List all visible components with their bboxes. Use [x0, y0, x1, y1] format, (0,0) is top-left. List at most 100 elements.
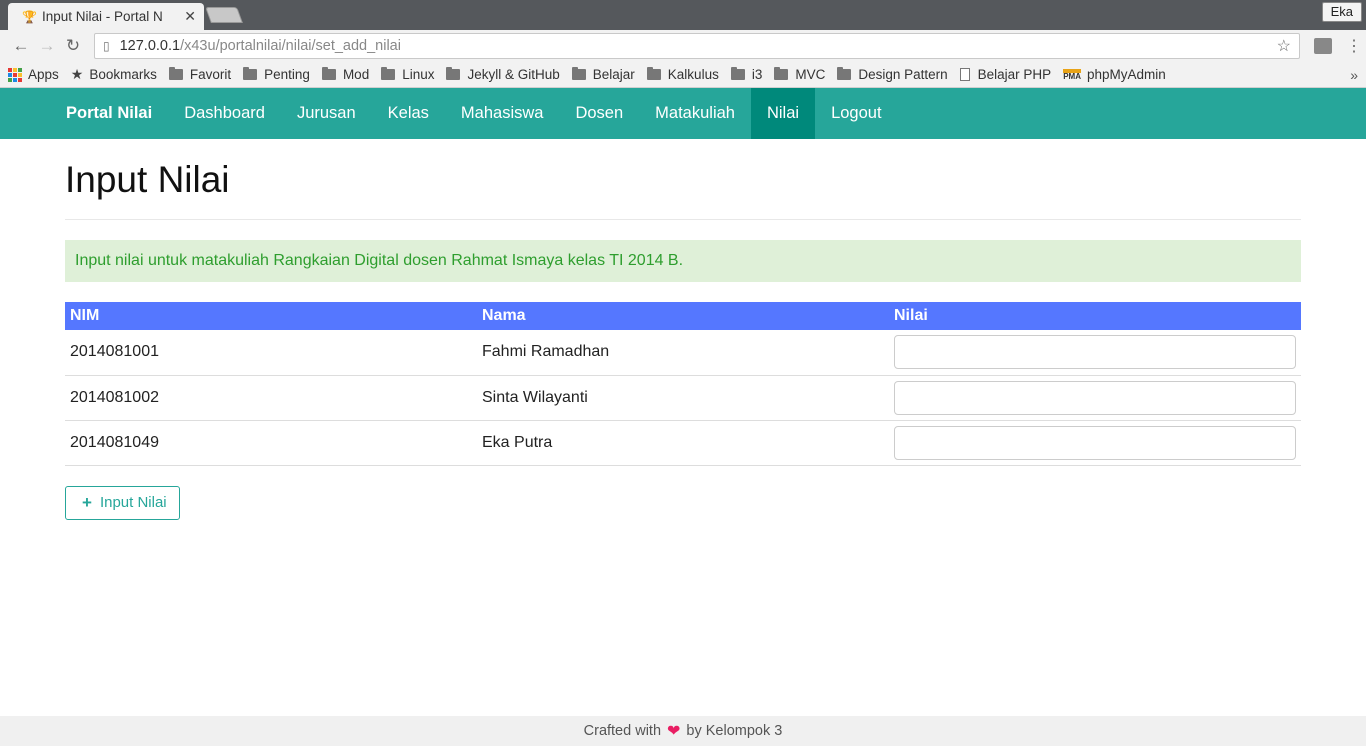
nilai-cell — [889, 375, 1301, 421]
nav-item-mahasiswa[interactable]: Mahasiswa — [445, 88, 560, 139]
nav-item-kelas[interactable]: Kelas — [372, 88, 445, 139]
url-path: /x43u/portalnilai/nilai/set_add_nilai — [180, 38, 401, 54]
bookmark-item[interactable]: Mod — [321, 67, 370, 82]
nav-item-matakuliah[interactable]: Matakuliah — [639, 88, 751, 139]
bookmark-label: phpMyAdmin — [1086, 67, 1166, 82]
nim-cell: 2014081049 — [65, 420, 477, 466]
browser-tabbar: 🏆 Input Nilai - Portal N ✕ Eka — [0, 0, 1366, 30]
folder-icon — [774, 67, 789, 80]
back-arrow-icon[interactable]: ← — [8, 36, 34, 56]
nilai-cell — [889, 330, 1301, 376]
page-icon — [959, 68, 970, 81]
bookmark-item[interactable]: Apps — [8, 67, 59, 82]
header-nilai: Nilai — [894, 307, 928, 324]
bookmark-item[interactable]: Kalkulus — [646, 67, 719, 82]
folder-icon — [730, 67, 745, 80]
nama-cell: Sinta Wilayanti — [477, 375, 889, 421]
bookmark-label: Design Pattern — [858, 67, 948, 82]
page-info-icon[interactable]: ▯ — [103, 39, 110, 53]
address-bar[interactable]: ▯ 127.0.0.1/x43u/portalnilai/nilai/set_a… — [94, 33, 1300, 59]
nilai-input[interactable] — [894, 425, 1296, 460]
page-title: Input Nilai — [65, 159, 230, 200]
nama-cell: Eka Putra — [477, 420, 889, 466]
bookmark-label: Kalkulus — [667, 67, 719, 82]
profile-button[interactable]: Eka — [1321, 2, 1362, 22]
heart-icon: ❤ — [667, 723, 681, 740]
bookmark-item[interactable]: Design Pattern — [837, 67, 948, 82]
bookmarks-bar: Apps ★ Bookmarks Favorit Penting Mod Linux Jeky… — [0, 62, 1366, 88]
bookmark-item[interactable]: Favorit — [168, 67, 232, 82]
navbar-brand[interactable]: Portal Nilai — [50, 88, 168, 139]
nama-cell: Fahmi Ramadhan — [477, 330, 889, 376]
nav-item-dashboard[interactable]: Dashboard — [168, 88, 281, 139]
nav-item-logout[interactable]: Logout — [815, 88, 897, 139]
bookmark-label: Belajar PHP — [977, 67, 1052, 82]
bookmarks-overflow-icon[interactable]: » — [1350, 67, 1358, 83]
folder-icon — [837, 67, 852, 80]
bookmark-label: Belajar — [592, 67, 635, 82]
bookmark-label: i3 — [751, 67, 763, 82]
main-navbar: Portal Nilai Dashboard Jurusan Kelas Mahasi… — [0, 88, 1366, 139]
grades-table: NIM Nama Nilai 2014081001 Fahmi Ramadhan 2… — [65, 302, 1301, 466]
extension-icon[interactable] — [1314, 38, 1332, 54]
bookmark-label: Bookmarks — [89, 67, 157, 82]
bookmark-label: Linux — [402, 67, 435, 82]
folder-icon — [646, 67, 661, 80]
divider — [65, 219, 1301, 220]
main-content: Input Nilai Input nilai untuk matakuliah… — [65, 140, 1301, 520]
nav-item-dosen[interactable]: Dosen — [559, 88, 639, 139]
trophy-favicon-icon: 🏆 — [22, 9, 37, 24]
pma-icon: PMA — [1063, 68, 1081, 81]
table-header-row: NIM Nama Nilai — [65, 302, 1301, 330]
header-nama: Nama — [482, 307, 526, 324]
bookmark-label: Favorit — [189, 67, 232, 82]
bookmark-item[interactable]: MVC — [774, 67, 825, 82]
folder-icon — [571, 67, 586, 80]
bookmark-item[interactable]: Jekyll & GitHub — [446, 67, 560, 82]
new-tab-button[interactable] — [205, 7, 243, 23]
input-nilai-button-label: Input Nilai — [99, 494, 167, 511]
info-alert: Input nilai untuk matakuliah Rangkaian D… — [65, 240, 1301, 282]
footer-suffix: by Kelompok 3 — [686, 723, 783, 739]
header-nim: NIM — [70, 307, 100, 324]
nim-cell: 2014081001 — [65, 330, 477, 376]
input-nilai-button[interactable]: + Input Nilai — [65, 485, 180, 520]
bookmark-item[interactable]: Linux — [381, 67, 434, 82]
bookmark-star-icon[interactable]: ☆ — [1277, 36, 1291, 56]
nav-item-nilai[interactable]: Nilai — [750, 88, 816, 139]
footer: Crafted with ❤ by Kelompok 3 — [0, 716, 1366, 746]
bookmark-item[interactable]: i3 — [730, 67, 763, 82]
bookmark-item[interactable]: Belajar — [571, 67, 635, 82]
bookmark-item[interactable]: ★ Bookmarks — [71, 66, 157, 83]
bookmark-item[interactable]: Penting — [243, 67, 310, 82]
browser-menu-icon[interactable]: ⋮ — [1346, 36, 1362, 56]
tab-close-icon[interactable]: ✕ — [184, 8, 196, 25]
table-row: 2014081002 Sinta Wilayanti — [65, 375, 1301, 421]
reload-icon[interactable]: ↻ — [60, 36, 86, 56]
tab-title: Input Nilai - Portal N — [42, 9, 163, 24]
bookmark-label: Penting — [264, 67, 310, 82]
nilai-cell — [889, 420, 1301, 466]
table-row: 2014081001 Fahmi Ramadhan — [65, 330, 1301, 376]
folder-icon — [243, 67, 258, 80]
bookmark-label: Mod — [342, 67, 370, 82]
bookmark-item[interactable]: Belajar PHP — [959, 67, 1052, 82]
folder-icon — [381, 67, 396, 80]
footer-prefix: Crafted with — [583, 723, 662, 739]
forward-arrow-icon[interactable]: → — [34, 36, 60, 56]
nim-cell: 2014081002 — [65, 375, 477, 421]
table-row: 2014081049 Eka Putra — [65, 420, 1301, 466]
browser-tab[interactable]: 🏆 Input Nilai - Portal N ✕ — [8, 3, 204, 30]
browser-toolbar: ← → ↻ ▯ 127.0.0.1/x43u/portalnilai/nilai… — [0, 30, 1366, 62]
nav-item-jurusan[interactable]: Jurusan — [281, 88, 372, 139]
bookmark-item[interactable]: PMA phpMyAdmin — [1063, 67, 1166, 82]
bookmark-label: Apps — [28, 67, 59, 82]
nilai-input[interactable] — [894, 335, 1296, 370]
folder-icon — [168, 67, 183, 80]
nilai-input[interactable] — [894, 380, 1296, 415]
plus-icon: + — [82, 492, 92, 512]
apps-grid-icon — [8, 67, 22, 82]
url-host: 127.0.0.1 — [119, 38, 181, 54]
bookmark-label: Jekyll & GitHub — [467, 67, 560, 82]
folder-icon — [321, 67, 336, 80]
